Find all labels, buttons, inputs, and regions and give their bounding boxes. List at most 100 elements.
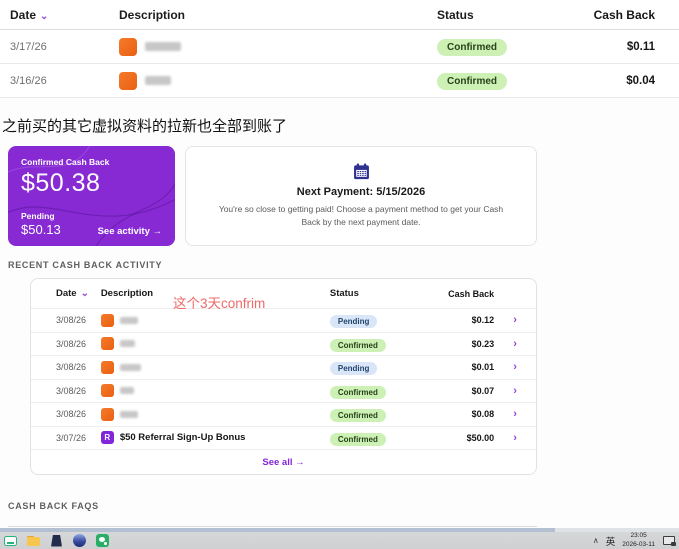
see-all-link[interactable]: See all →	[31, 450, 536, 474]
dark-app-icon[interactable]	[50, 534, 63, 547]
column-header-cashback: Cash Back	[593, 7, 655, 22]
row-status: Pending	[329, 311, 445, 329]
calendar-icon	[353, 163, 369, 180]
row-date: 3/08/26	[56, 315, 87, 326]
chevron-right-icon[interactable]: ›	[494, 361, 536, 373]
merchant-logo-icon	[119, 71, 137, 90]
ime-language-indicator[interactable]: 英	[606, 534, 616, 548]
row-amount: $0.11	[626, 40, 655, 53]
chevron-right-icon[interactable]: ›	[494, 408, 536, 420]
column-header-status: Status	[329, 288, 359, 299]
date-header-label: Date	[10, 7, 37, 22]
windows-taskbar: ∧ 英 23:05 2026-03-11	[0, 532, 679, 549]
redacted-merchant-name	[119, 340, 135, 348]
taskbar-screen-share-icon[interactable]	[4, 534, 17, 547]
status-badge: Pending	[329, 315, 378, 329]
notification-display-icon[interactable]	[662, 534, 676, 547]
row-amount: $50.00	[466, 432, 495, 443]
row-amount: $0.08	[471, 409, 495, 420]
row-amount: $0.12	[471, 315, 495, 326]
table-row[interactable]: 3/16/26 Confirmed $0.04	[0, 64, 679, 98]
top-table-header-row: Date ⌄ Description Status Cash Back	[0, 0, 679, 30]
cards-row: Confirmed Cash Back $50.38 Pending $50.1…	[0, 146, 679, 246]
column-header-date[interactable]: Date ⌄	[0, 8, 119, 22]
file-explorer-folder-icon[interactable]	[27, 534, 40, 547]
activity-row[interactable]: 3/08/26 Pending $0.01 ›	[31, 356, 536, 380]
column-header-date[interactable]: Date ⌄	[31, 288, 101, 299]
status-badge: Confirmed	[329, 409, 386, 423]
row-date: 3/07/26	[56, 432, 87, 443]
redacted-merchant-name	[119, 410, 138, 418]
merchant-logo-icon	[100, 337, 114, 351]
next-payment-card: Next Payment: 5/15/2026 You're so close …	[185, 146, 537, 246]
redacted-merchant-name	[145, 76, 171, 85]
row-status: Pending	[329, 358, 445, 376]
row-status: Confirmed	[437, 37, 557, 56]
row-description	[100, 360, 330, 374]
table-row[interactable]: 3/17/26 Confirmed $0.11	[0, 30, 679, 64]
faq-section-title: CASH BACK FAQS	[8, 501, 99, 511]
redacted-merchant-name	[119, 363, 141, 371]
activity-row[interactable]: 3/08/26 Pending $0.12 ›	[31, 309, 536, 333]
status-badge: Confirmed	[329, 432, 386, 446]
pending-label: Pending	[21, 211, 55, 221]
redacted-merchant-name	[119, 316, 138, 324]
chevron-right-icon[interactable]: ›	[494, 432, 536, 444]
pending-amount: $50.13	[21, 222, 61, 237]
confirmed-cashback-amount: $50.38	[21, 169, 101, 197]
row-description	[119, 37, 437, 56]
redacted-merchant-name	[145, 42, 181, 51]
row-amount: $0.23	[471, 338, 495, 349]
merchant-logo-icon	[100, 407, 114, 421]
chevron-right-icon[interactable]: ›	[494, 314, 536, 326]
row-date: 3/08/26	[56, 338, 87, 349]
row-date: 3/16/26	[10, 74, 47, 87]
confirmed-cashback-label: Confirmed Cash Back	[21, 157, 110, 167]
row-status: Confirmed	[329, 382, 445, 400]
date-sort-chevron-icon[interactable]: ⌄	[40, 11, 48, 22]
row-description: R $50 Referral Sign-Up Bonus	[100, 431, 330, 445]
row-date: 3/08/26	[56, 362, 87, 373]
row-description-text: $50 Referral Sign-Up Bonus	[119, 432, 246, 444]
row-amount: $0.07	[471, 385, 495, 396]
row-description	[100, 337, 330, 351]
round-blue-app-icon[interactable]	[73, 534, 86, 547]
row-description	[100, 384, 330, 398]
row-date: 3/08/26	[56, 385, 87, 396]
taskbar-clock[interactable]: 23:05 2026-03-11	[622, 532, 655, 548]
row-description	[119, 71, 437, 90]
row-description	[100, 313, 330, 327]
merchant-logo-icon	[100, 313, 114, 327]
status-badge: Confirmed	[437, 73, 507, 90]
tray-chevron-up-icon[interactable]: ∧	[593, 536, 599, 545]
cashback-summary-card: Confirmed Cash Back $50.38 Pending $50.1…	[8, 146, 175, 246]
recent-activity-table: 这个3天confrim Date ⌄ Description Status Cas…	[30, 278, 537, 475]
merchant-logo-icon	[100, 384, 114, 398]
activity-header-row: Date ⌄ Description Status Cash Back	[31, 279, 536, 309]
row-amount: $0.04	[626, 74, 655, 87]
see-activity-link[interactable]: See activity →	[98, 226, 162, 237]
status-badge: Confirmed	[437, 39, 507, 56]
referral-bonus-icon: R	[100, 431, 114, 445]
row-description	[100, 407, 330, 421]
top-cashback-table: Date ⌄ Description Status Cash Back 3/17/…	[0, 0, 679, 98]
activity-row[interactable]: 3/08/26 Confirmed $0.08 ›	[31, 403, 536, 427]
column-header-description: Description	[119, 7, 186, 22]
clock-date: 2026-03-11	[622, 540, 655, 548]
row-status: Confirmed	[329, 405, 445, 423]
chinese-annotation-text: 之前买的其它虚拟资料的拉新也全部到账了	[2, 118, 288, 135]
activity-row[interactable]: 3/08/26 Confirmed $0.23 ›	[31, 333, 536, 356]
row-date: 3/17/26	[10, 40, 47, 53]
activity-row[interactable]: 3/07/26 R $50 Referral Sign-Up Bonus Conf…	[31, 427, 536, 450]
column-header-cashback: Cash Back	[448, 288, 495, 299]
divider	[8, 526, 537, 527]
row-date: 3/08/26	[56, 409, 87, 420]
clock-time: 23:05	[630, 532, 647, 540]
activity-row[interactable]: 3/08/26 Confirmed $0.07 ›	[31, 380, 536, 403]
chevron-right-icon[interactable]: ›	[494, 338, 536, 350]
chevron-right-icon[interactable]: ›	[494, 385, 536, 397]
merchant-logo-icon	[119, 37, 137, 56]
date-sort-chevron-icon[interactable]: ⌄	[81, 288, 89, 299]
row-status: Confirmed	[437, 71, 557, 90]
wechat-icon[interactable]	[96, 534, 109, 547]
